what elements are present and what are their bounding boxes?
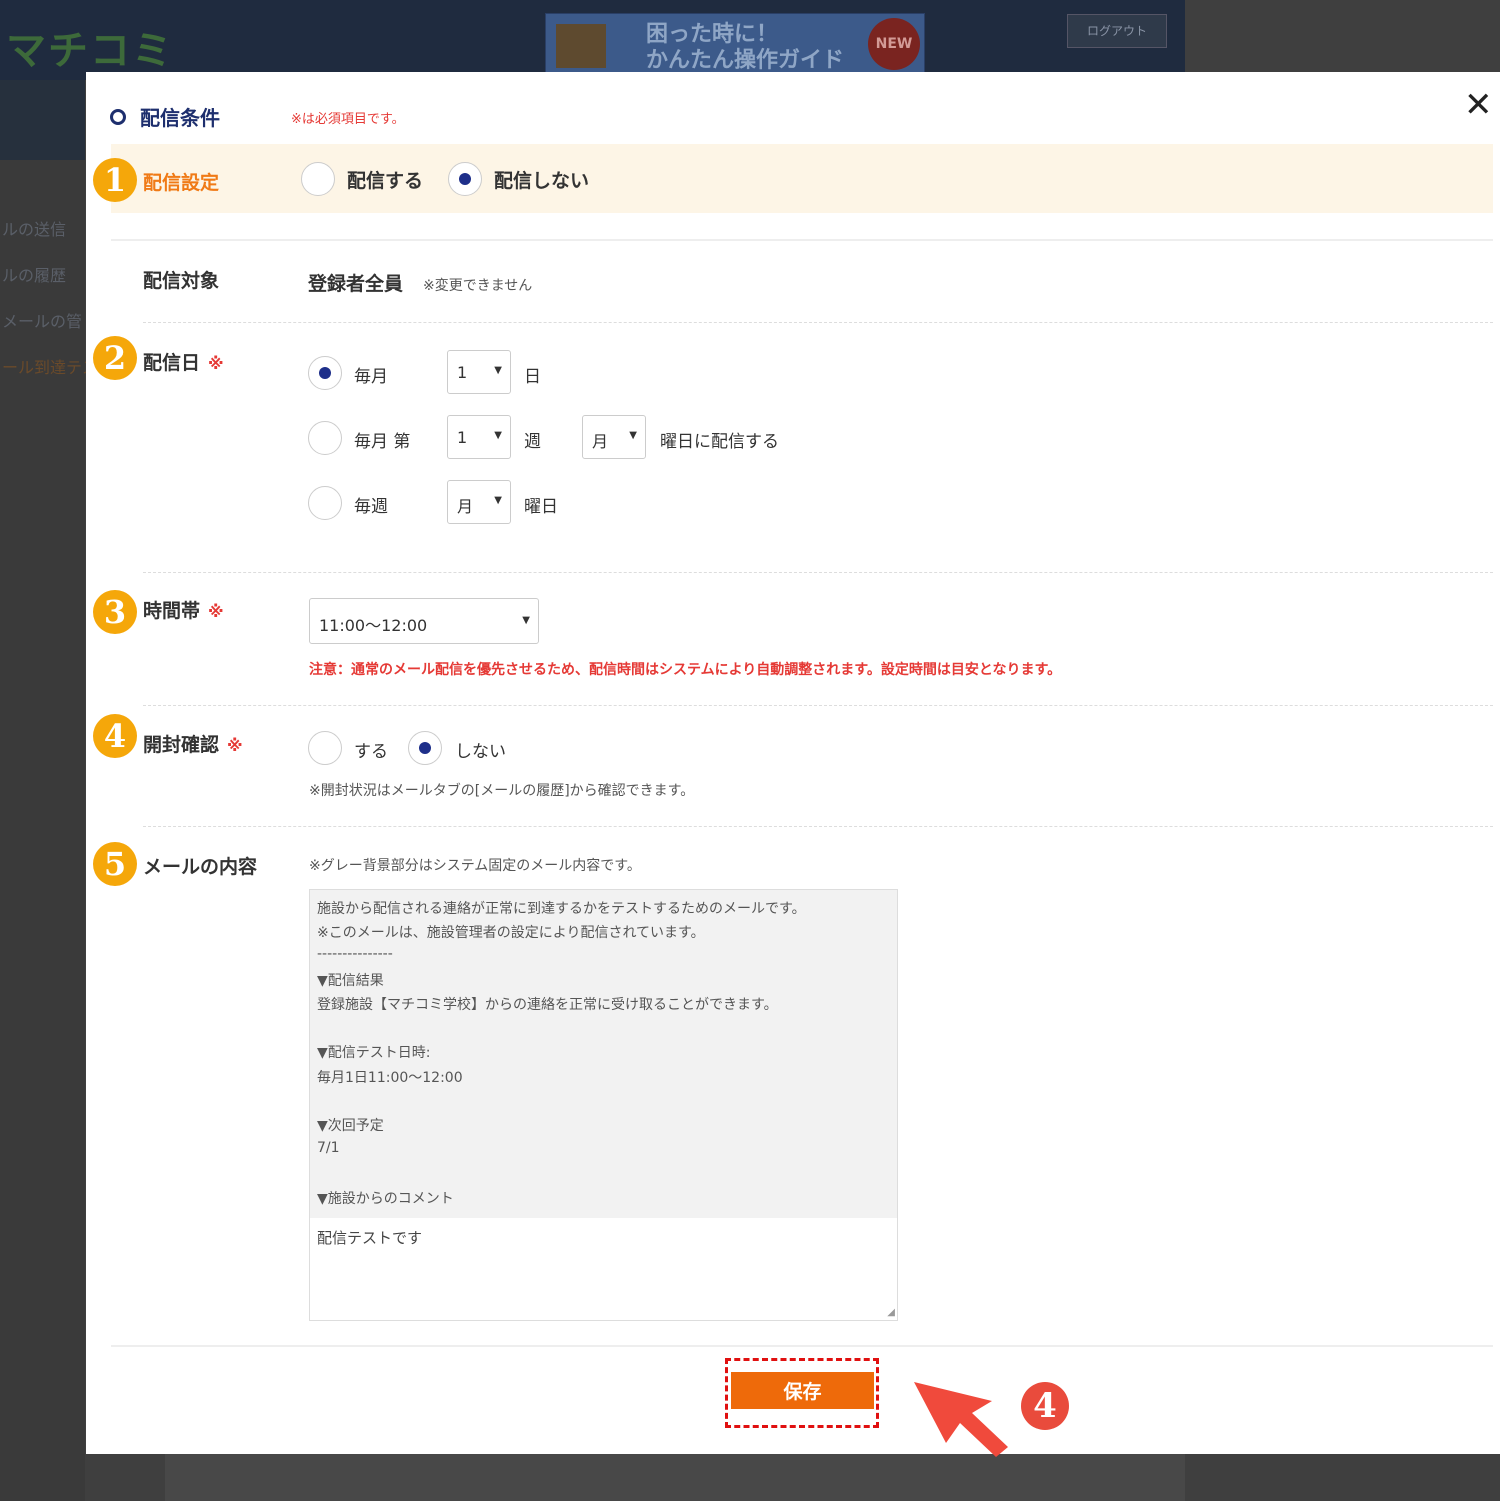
mail-fixed-content: 施設から配信される連絡が正常に到達するかをテストするためのメールです。 ※このメ… — [310, 890, 897, 1218]
mail-line: ▼配信テスト日時: — [317, 1045, 431, 1061]
background-sidebar: ルの送信 ルの履歴 メールの管 ール到達テス — [0, 160, 98, 1501]
weekday-deliver-suffix: 曜日に配信する — [660, 432, 779, 452]
weekly-weekday-select[interactable]: 月 ▼ — [447, 480, 511, 524]
divider — [143, 572, 1493, 573]
time-slot-select[interactable]: 11:00〜12:00 ▼ — [309, 598, 539, 644]
radio-open-check-no-label: しない — [455, 742, 506, 762]
radio-no-deliver[interactable] — [448, 162, 482, 196]
modal-title: 配信条件 — [110, 102, 220, 131]
sidebar-item-send: ルの送信 — [2, 220, 67, 239]
step-number-1: 1 — [93, 158, 137, 202]
step-number-5: 5 — [93, 842, 137, 886]
logout-button: ログアウト — [1067, 14, 1167, 48]
time-slot-label: 時間帯 ※ — [143, 600, 224, 622]
radio-monthly-label: 毎月 — [354, 367, 388, 387]
delivery-date-label: 配信日 ※ — [143, 352, 224, 374]
radio-no-deliver-label: 配信しない — [494, 170, 590, 192]
required-mark: ※ — [208, 354, 224, 373]
mail-content-note: ※グレー背景部分はシステム固定のメール内容です。 — [309, 858, 641, 874]
sidebar-item-history: ルの履歴 — [2, 266, 67, 285]
required-mark: ※ — [208, 602, 224, 621]
circle-bullet-icon — [110, 108, 126, 125]
week-weekday-select[interactable]: 月 ▼ — [582, 415, 646, 459]
resize-handle-icon[interactable]: ◢ — [887, 1307, 895, 1318]
mail-line: ▼次回予定 — [317, 1118, 384, 1134]
weekday-suffix: 曜日 — [524, 497, 558, 517]
day-suffix: 日 — [524, 367, 541, 387]
step-number-2: 2 — [93, 336, 137, 380]
close-icon[interactable]: ✕ — [1464, 88, 1493, 122]
footer-divider — [111, 1345, 1493, 1347]
required-mark: ※ — [227, 736, 243, 755]
week-suffix: 週 — [524, 432, 541, 452]
radio-deliver-label: 配信する — [347, 170, 424, 192]
week-number-select[interactable]: 1 ▼ — [447, 415, 511, 459]
mail-line: --------------- — [317, 946, 393, 962]
required-note: ※は必須項目です。 — [291, 112, 405, 127]
time-slot-note: 注意：通常のメール配信を優先させるため、配信時間はシステムにより自動調整されます… — [309, 662, 1062, 678]
radio-open-check-no[interactable] — [408, 731, 442, 765]
divider — [143, 826, 1493, 827]
mail-line: 登録施設【マチコミ学校】からの連絡を正常に受け取ることができます。 — [317, 997, 778, 1013]
save-button[interactable]: 保存 — [731, 1372, 874, 1409]
background-tab — [0, 80, 85, 160]
mail-content-label: メールの内容 — [143, 856, 258, 878]
monthly-day-select[interactable]: 1 ▼ — [447, 350, 511, 394]
mail-line: 施設から配信される連絡が正常に到達するかをテストするためのメールです。 — [317, 901, 806, 917]
step-number-3: 3 — [93, 590, 137, 634]
radio-monthly[interactable] — [308, 356, 342, 390]
mail-line: ▼配信結果 — [317, 973, 384, 989]
guide-banner-icon — [556, 24, 606, 68]
radio-weekly[interactable] — [308, 486, 342, 520]
target-label: 配信対象 — [143, 270, 220, 292]
radio-open-check-yes-label: する — [354, 742, 388, 762]
step-number-4: 4 — [93, 714, 137, 758]
guide-banner: 困った時に！ かんたん操作ガイド NEW — [545, 13, 925, 77]
pointer-arrow-icon — [914, 1382, 1008, 1457]
mail-line: ▼施設からのコメント — [317, 1191, 454, 1207]
delivery-condition-modal: ✕ 配信条件 ※は必須項目です。 1 配信設定 配信する 配信しない 配信対象 … — [86, 72, 1500, 1457]
delivery-setting-label: 配信設定 — [143, 172, 220, 194]
new-badge: NEW — [868, 18, 920, 70]
radio-monthly-week[interactable] — [308, 421, 342, 455]
radio-weekly-label: 毎週 — [354, 497, 388, 517]
mail-line: ※このメールは、施設管理者の設定により配信されています。 — [317, 925, 705, 941]
radio-monthly-week-label: 毎月 第 — [354, 432, 411, 452]
radio-deliver[interactable] — [301, 162, 335, 196]
target-value: 登録者全員 — [308, 273, 404, 295]
open-check-note: ※開封状況はメールタブの[メールの履歴]から確認できます。 — [309, 783, 695, 799]
mail-comment-text[interactable]: 配信テストです — [317, 1227, 422, 1248]
mail-content-textarea[interactable]: 施設から配信される連絡が正常に到達するかをテストするためのメールです。 ※このメ… — [309, 889, 898, 1321]
target-note: ※変更できません — [423, 278, 533, 294]
background-logo: マチコミ — [6, 28, 174, 74]
sidebar-item-manage: メールの管 — [2, 312, 83, 331]
guide-banner-text: 困った時に！ かんたん操作ガイド — [646, 22, 845, 73]
radio-open-check-yes[interactable] — [308, 731, 342, 765]
divider — [143, 322, 1493, 323]
mail-line: 毎月1日11:00〜12:00 — [317, 1070, 463, 1086]
sidebar-item-test: ール到達テス — [2, 358, 99, 377]
mail-line: 7/1 — [317, 1140, 340, 1156]
divider — [143, 705, 1493, 706]
step-badge: 4 — [1021, 1382, 1069, 1430]
divider — [111, 239, 1493, 241]
open-check-label: 開封確認 ※ — [143, 734, 243, 756]
